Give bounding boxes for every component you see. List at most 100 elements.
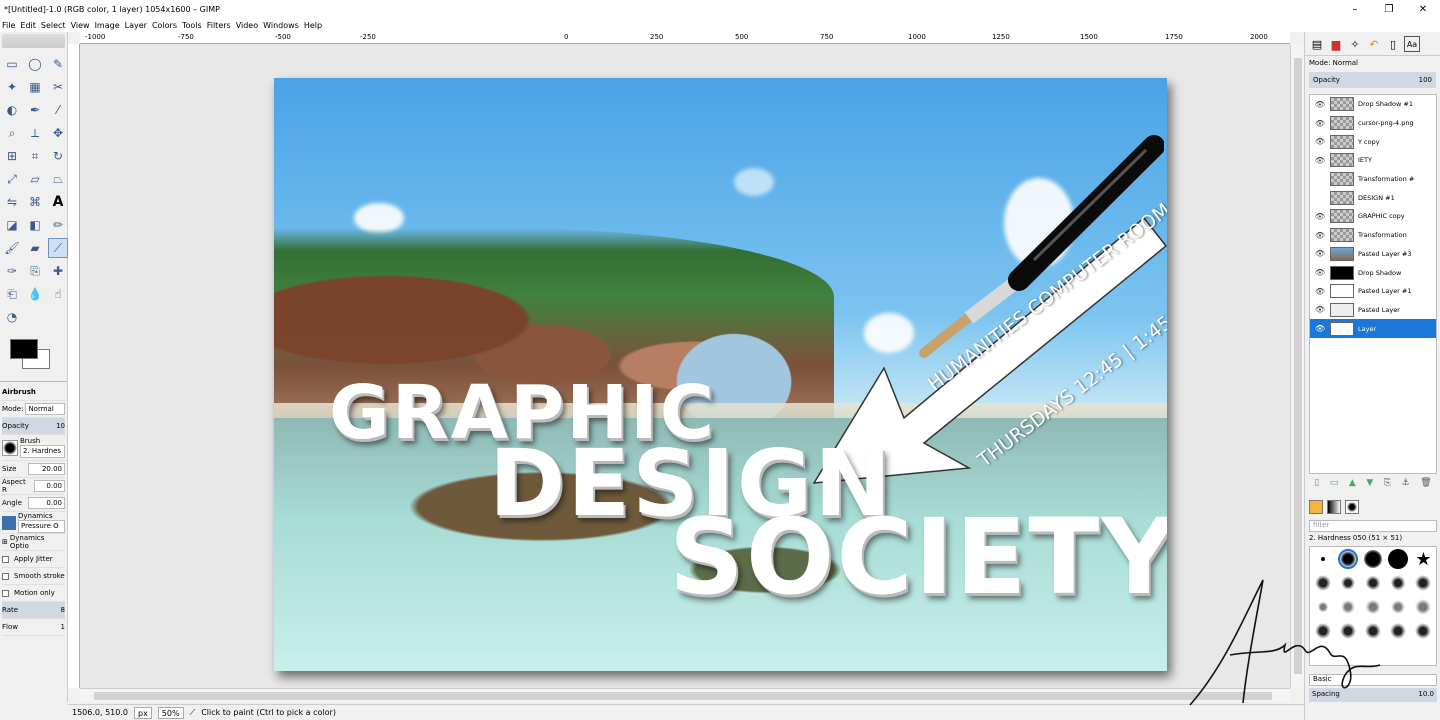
horizontal-ruler[interactable]: -1000 -750 -500 -250 0 250 500 750 1000 … xyxy=(80,32,1290,44)
eye-icon[interactable]: 👁 xyxy=(1314,305,1326,314)
lower-layer-icon[interactable]: ▼ xyxy=(1366,478,1373,492)
eye-icon[interactable]: 👁 xyxy=(1314,268,1326,277)
patterns-tab-icon[interactable] xyxy=(1345,500,1359,514)
align-icon[interactable]: ⊞ xyxy=(2,146,22,166)
ink-icon[interactable]: ✑ xyxy=(2,261,22,281)
cage-icon[interactable]: ⌘ xyxy=(25,192,45,212)
image-canvas[interactable]: GRAPHIC DESIGN SOCIETY HUMANITIES COMPUT… xyxy=(274,78,1167,671)
flip-icon[interactable]: ⇋ xyxy=(2,192,22,212)
gradients-tab-icon[interactable] xyxy=(1327,500,1341,514)
fonts-tab-icon[interactable]: Aa xyxy=(1404,36,1420,52)
crop-icon[interactable]: ⌗ xyxy=(25,146,45,166)
eye-icon[interactable]: 👁 xyxy=(1314,137,1326,146)
scissors-icon[interactable]: ✂ xyxy=(48,77,68,97)
brush-item[interactable] xyxy=(1320,557,1325,561)
paths-tab-icon[interactable]: ✧ xyxy=(1347,36,1363,52)
fuzzy-select-icon[interactable]: ✦ xyxy=(2,77,22,97)
menu-file[interactable]: File xyxy=(2,21,20,30)
angle-field[interactable]: 0.00 xyxy=(28,497,65,509)
brush-item[interactable] xyxy=(1388,549,1409,569)
brush-item[interactable] xyxy=(1363,550,1382,568)
raise-layer-icon[interactable]: ▲ xyxy=(1349,478,1356,492)
layer-row[interactable]: DESIGN #1 xyxy=(1310,188,1436,207)
smudge-icon[interactable]: ☝ xyxy=(48,284,68,304)
brush-item[interactable] xyxy=(1391,575,1406,591)
brush-preview-icon[interactable] xyxy=(2,439,18,456)
foreground-color-swatch[interactable] xyxy=(10,339,38,359)
pencil-icon[interactable]: ✏ xyxy=(48,215,68,235)
menu-filters[interactable]: Filters xyxy=(207,21,236,30)
menu-edit[interactable]: Edit xyxy=(20,21,41,30)
mode-select[interactable]: Normal xyxy=(25,403,65,415)
heal-icon[interactable]: ✚ xyxy=(48,261,68,281)
layer-row[interactable]: 👁 Drop Shadow #1 xyxy=(1310,95,1436,114)
layer-row[interactable]: 👁 GRAPHIC copy xyxy=(1310,207,1436,226)
paintbrush-icon[interactable]: 🖌 xyxy=(2,238,22,258)
perspective-icon[interactable]: ⏢ xyxy=(48,169,68,189)
foreground-select-icon[interactable]: ◐ xyxy=(2,100,22,120)
flow-slider[interactable]: Flow 1 xyxy=(2,619,65,636)
anchor-layer-icon[interactable]: ⚓ xyxy=(1402,478,1410,492)
brush-item[interactable] xyxy=(1415,575,1432,591)
horizontal-scrollbar[interactable] xyxy=(80,688,1290,702)
zoom-select[interactable]: 50% xyxy=(157,706,184,719)
delete-layer-icon[interactable]: 🗑 xyxy=(1420,478,1431,492)
duplicate-layer-icon[interactable]: ⎘ xyxy=(1384,478,1391,492)
color-picker-icon[interactable]: ⁄ xyxy=(48,100,68,120)
motion-only-row[interactable]: Motion only xyxy=(2,585,65,602)
apply-jitter-row[interactable]: Apply Jitter xyxy=(2,551,65,568)
menu-layer[interactable]: Layer xyxy=(125,21,152,30)
menu-view[interactable]: View xyxy=(71,21,95,30)
paths-icon[interactable]: ✒ xyxy=(25,100,45,120)
fg-bg-colors[interactable] xyxy=(6,337,67,377)
smooth-stroke-row[interactable]: Smooth stroke xyxy=(2,568,65,585)
blur-icon[interactable]: 💧 xyxy=(25,284,45,304)
brush-item-selected[interactable] xyxy=(1337,549,1358,569)
rate-slider[interactable]: Rate 8 xyxy=(2,602,65,619)
bucket-fill-icon[interactable]: ◪ xyxy=(2,215,22,235)
rect-select-icon[interactable]: ▭ xyxy=(2,54,22,74)
layer-mode-row[interactable]: Mode: Normal xyxy=(1305,56,1440,70)
layer-opacity-slider[interactable]: Opacity 100 xyxy=(1309,72,1436,88)
unit-select[interactable]: px xyxy=(133,706,152,719)
layer-row[interactable]: Transformation # xyxy=(1310,170,1436,189)
airbrush-icon[interactable]: ⟋ xyxy=(48,238,68,258)
eye-icon[interactable]: 👁 xyxy=(1314,100,1326,109)
ellipse-select-icon[interactable]: ◯ xyxy=(25,54,45,74)
brush-item[interactable] xyxy=(1415,623,1432,639)
rotate-icon[interactable]: ↻ xyxy=(48,146,68,166)
document-tab-icon[interactable]: ▯ xyxy=(1385,36,1401,52)
minimize-button[interactable]: – xyxy=(1338,4,1372,15)
close-button[interactable]: ✕ xyxy=(1406,4,1440,15)
text-icon[interactable]: A xyxy=(48,192,68,212)
dynamics-options-row[interactable]: ⊞ Dynamics Optio xyxy=(2,534,65,551)
brush-item[interactable] xyxy=(1390,623,1407,639)
dynamics-icon[interactable] xyxy=(2,515,16,530)
star-brush-icon[interactable]: ★ xyxy=(1415,549,1431,570)
menu-windows[interactable]: Windows xyxy=(263,21,304,30)
menu-tools[interactable]: Tools xyxy=(182,21,207,30)
layer-row[interactable]: 👁 Pasted Layer #3 xyxy=(1310,245,1436,264)
zoom-icon[interactable]: ⌕ xyxy=(2,123,22,143)
new-group-icon[interactable]: ▭ xyxy=(1330,478,1339,492)
dodge-burn-icon[interactable]: ◔ xyxy=(2,307,22,327)
eye-icon[interactable]: 👁 xyxy=(1314,212,1326,221)
aspect-field[interactable]: 0.00 xyxy=(34,480,65,492)
brush-select[interactable]: 2. Hardnes xyxy=(20,445,65,458)
move-icon[interactable]: ✥ xyxy=(48,123,68,143)
free-select-icon[interactable]: ✎ xyxy=(48,54,68,74)
motion-only-checkbox[interactable] xyxy=(2,589,9,597)
menu-video[interactable]: Video xyxy=(236,21,263,30)
smooth-stroke-checkbox[interactable] xyxy=(2,572,9,580)
brush-item[interactable] xyxy=(1391,600,1406,614)
eye-icon[interactable]: 👁 xyxy=(1314,324,1326,333)
brush-filter-input[interactable]: filter xyxy=(1309,520,1437,532)
blend-icon[interactable]: ◧ xyxy=(25,215,45,235)
shear-icon[interactable]: ▱ xyxy=(25,169,45,189)
maximize-button[interactable]: ❐ xyxy=(1372,4,1406,15)
eye-icon[interactable]: 👁 xyxy=(1314,249,1326,258)
perspective-clone-icon[interactable]: ⎗ xyxy=(2,284,22,304)
apply-jitter-checkbox[interactable] xyxy=(2,555,9,563)
undo-tab-icon[interactable]: ↶ xyxy=(1366,36,1382,52)
new-layer-icon[interactable]: ▯ xyxy=(1314,478,1319,492)
